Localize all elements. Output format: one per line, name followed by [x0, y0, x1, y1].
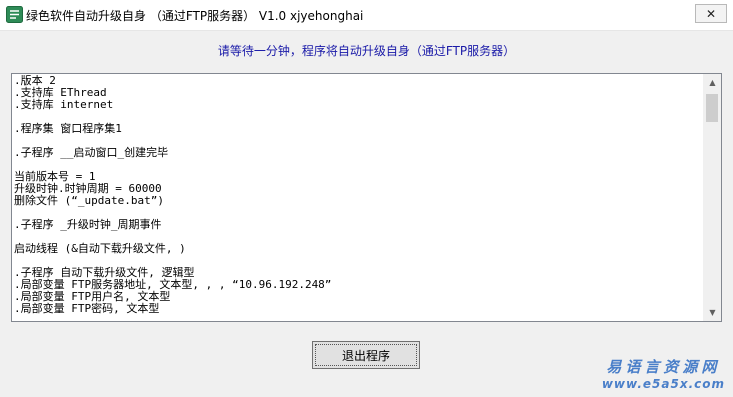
app-icon	[6, 6, 23, 23]
code-line: .局部变量 FTP密码, 文本型	[14, 302, 160, 315]
window-title: 绿色软件自动升级自身 （通过FTP服务器） V1.0 xjyehonghai	[26, 9, 364, 23]
code-content: .版本 2 .支持库 EThread .支持库 internet .程序集 窗口程序集…	[14, 75, 702, 320]
site-watermark: 易语言资源网 www.e5a5x.com	[602, 356, 725, 391]
close-icon: ✕	[705, 6, 717, 21]
vertical-scrollbar[interactable]: ▲ ▼	[703, 74, 721, 321]
code-textbox[interactable]: .版本 2 .支持库 EThread .支持库 internet .程序集 窗口程序集…	[11, 73, 722, 322]
exit-button-label: 退出程序	[341, 348, 390, 363]
title-bar[interactable]: 绿色软件自动升级自身 （通过FTP服务器） V1.0 xjyehonghai ✕	[0, 0, 733, 31]
code-line: .支持库 EThread	[14, 86, 107, 99]
watermark-name: 易语言资源网	[606, 358, 721, 376]
code-line: .支持库 internet	[14, 98, 114, 111]
code-line: 启动线程 (&自动下载升级文件, )	[14, 242, 186, 255]
code-line: .版本 2	[14, 75, 56, 87]
scroll-down-arrow-icon[interactable]: ▼	[704, 304, 721, 321]
exit-program-button[interactable]: 退出程序	[312, 341, 420, 369]
code-line: .子程序 __启动窗口_创建完毕	[14, 146, 169, 159]
code-line: 删除文件 (“_update.bat”)	[14, 194, 164, 207]
code-line: .子程序 _升级时钟_周期事件	[14, 218, 162, 231]
close-button[interactable]: ✕	[695, 4, 727, 23]
watermark-url: www.e5a5x.com	[601, 377, 725, 391]
code-line: .程序集 窗口程序集1	[14, 122, 122, 135]
scroll-up-arrow-icon[interactable]: ▲	[704, 74, 721, 91]
main-window: 绿色软件自动升级自身 （通过FTP服务器） V1.0 xjyehonghai ✕…	[0, 0, 733, 397]
wait-notice: 请等待一分钟，程序将自动升级自身（通过FTP服务器）	[217, 44, 516, 58]
scroll-thumb[interactable]	[706, 94, 718, 122]
